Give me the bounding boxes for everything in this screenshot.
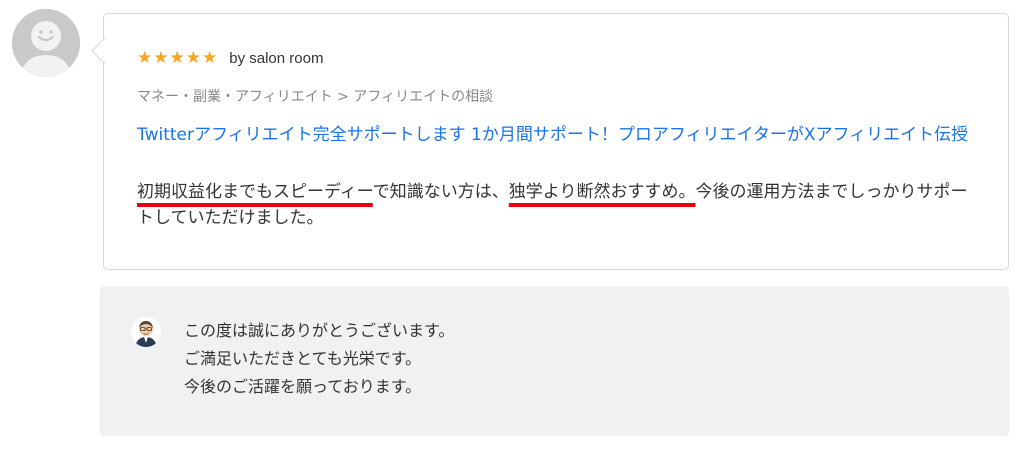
highlight-recommend: 独学より断然おすすめ。 <box>508 182 696 202</box>
speech-pointer <box>91 38 105 64</box>
reply-line: 今後のご活躍を願っております。 <box>184 377 422 396</box>
reply-line: この度は誠にありがとうございます。 <box>184 321 455 340</box>
star-icon: ★ <box>137 48 153 68</box>
reply-line: ご満足いただきとても光栄です。 <box>184 349 422 368</box>
reviewer-name: by salon room <box>229 49 324 67</box>
review-text-2: で知識ない方は、 <box>372 182 509 202</box>
star-icon: ★ <box>153 48 169 68</box>
review-item: ★ ★ ★ ★ ★ by salon room マネー・副業・アフィリエイト >… <box>0 0 1024 449</box>
review-body: 初期収益化までもスピーディーで知識ない方は、独学より断然おすすめ。今後の運用方法… <box>137 179 977 231</box>
seller-reply: この度は誠にありがとうございます。 ご満足いただきとても光栄です。 今後のご活躍… <box>100 286 1009 436</box>
review-card: ★ ★ ★ ★ ★ by salon room マネー・副業・アフィリエイト >… <box>91 13 1009 270</box>
star-icon: ★ <box>202 48 218 68</box>
reply-text: この度は誠にありがとうございます。 ご満足いただきとても光栄です。 今後のご活躍… <box>184 317 454 401</box>
seller-avatar-icon <box>131 317 161 347</box>
highlight-speedy: 初期収益化までもスピーディー <box>137 182 373 202</box>
reviewer-avatar-icon <box>12 9 80 77</box>
category-breadcrumb: マネー・副業・アフィリエイト > アフィリエイトの相談 <box>137 89 494 105</box>
star-rating: ★ ★ ★ ★ ★ <box>137 48 217 68</box>
service-title-link[interactable]: Twitterアフィリエイト完全サポートします 1か月間サポート！プロアフィリエ… <box>137 122 977 148</box>
star-icon: ★ <box>185 48 201 68</box>
rating-row: ★ ★ ★ ★ ★ by salon room <box>137 48 323 68</box>
star-icon: ★ <box>169 48 185 68</box>
